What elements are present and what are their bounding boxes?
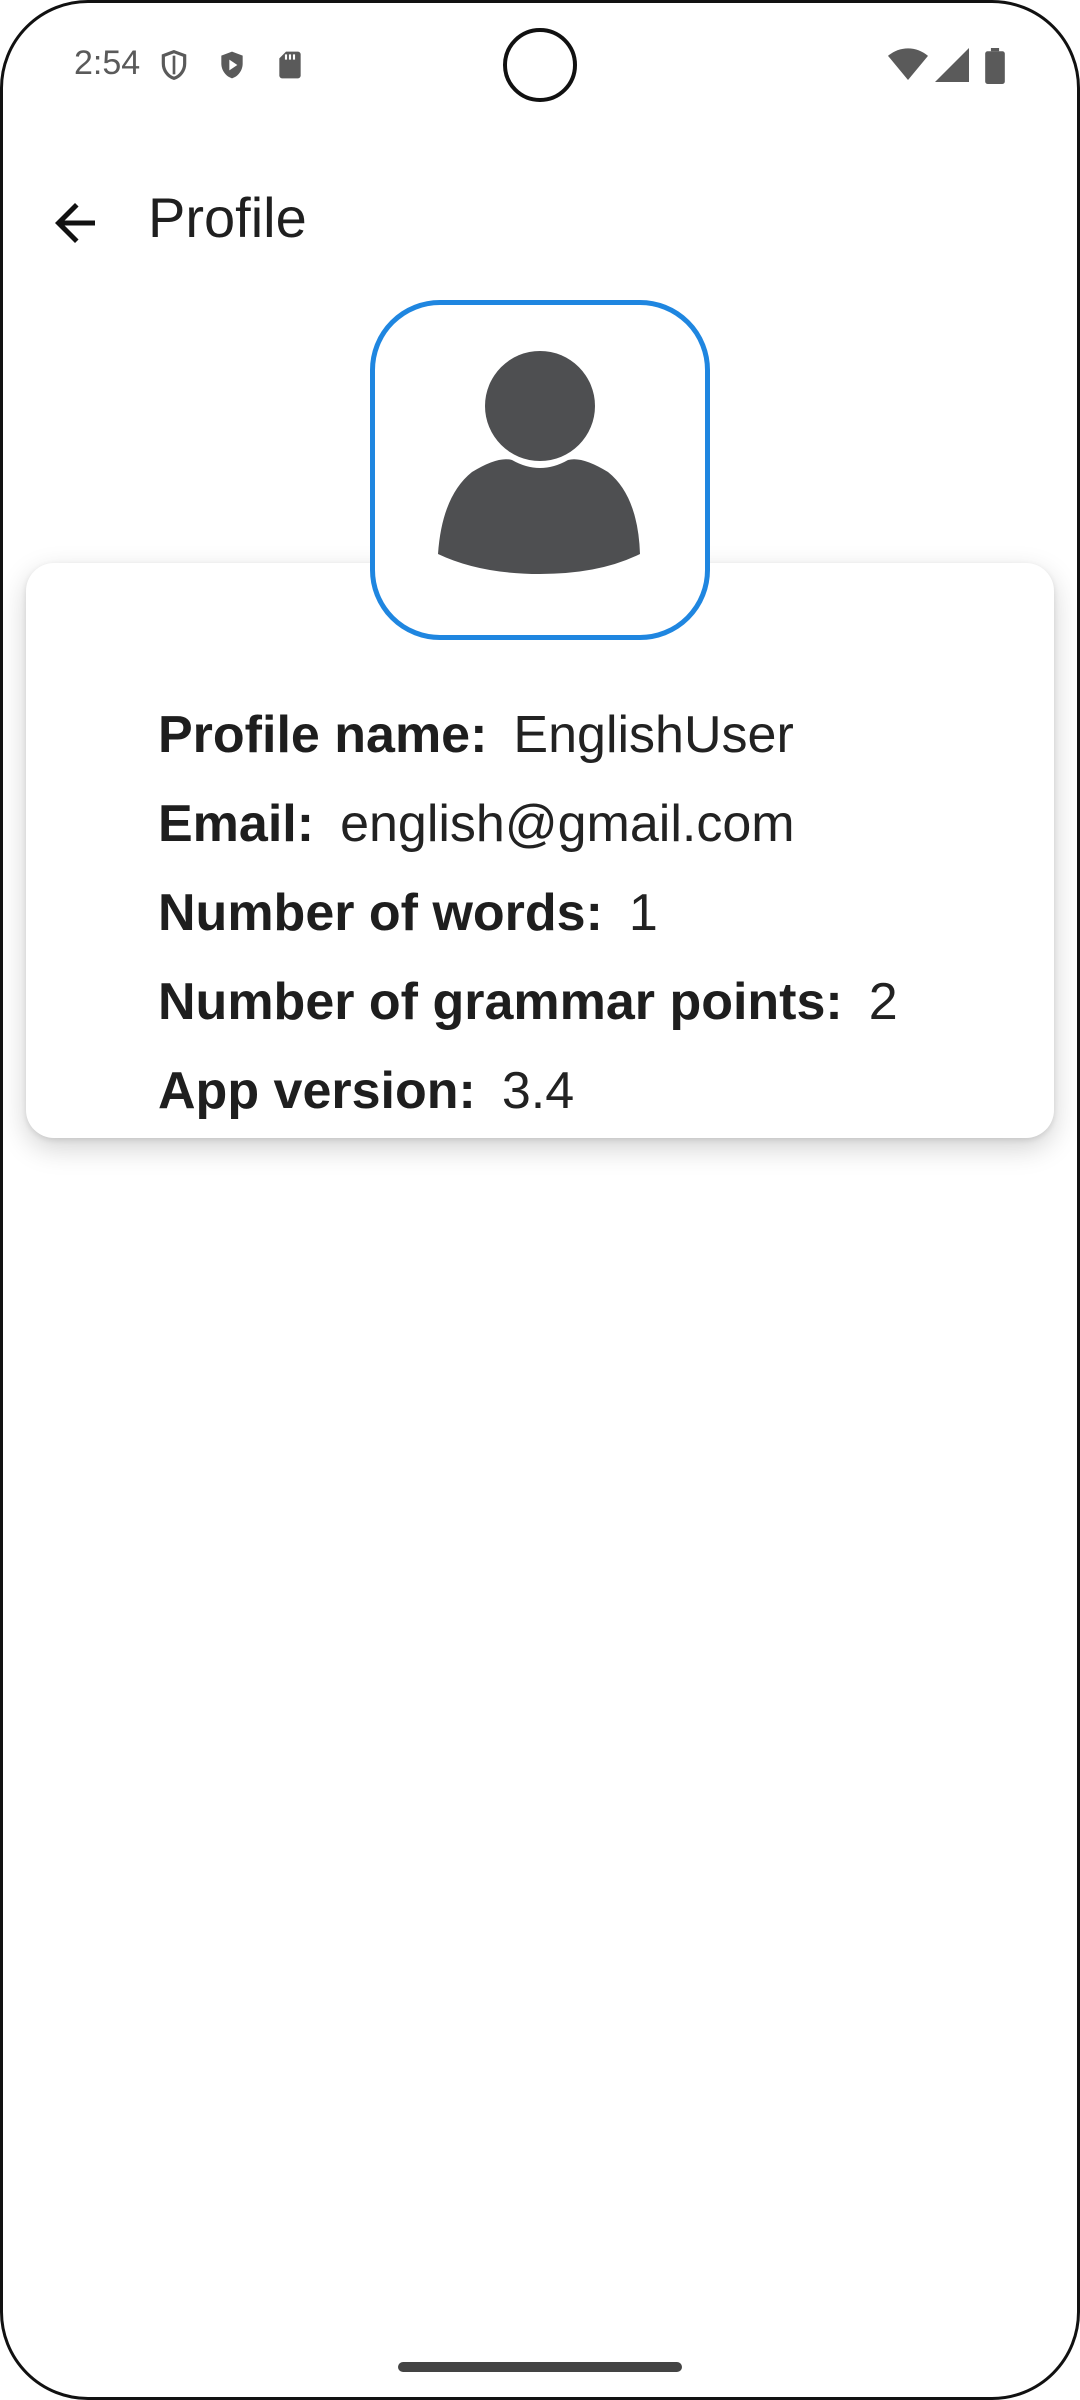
grammar-count-value: 2 xyxy=(868,972,898,1031)
word-count-row: Number of words: 1 xyxy=(158,868,1038,957)
grammar-count-label: Number of grammar points: xyxy=(158,972,843,1031)
camera-cutout xyxy=(503,28,577,102)
email-row: Email: english@gmail.com xyxy=(158,779,1038,868)
shield-outline-icon xyxy=(158,48,190,82)
profile-name-value: EnglishUser xyxy=(513,705,794,764)
page-title: Profile xyxy=(148,186,307,249)
profile-name-label: Profile name: xyxy=(158,705,488,764)
status-bar: 2:54 xyxy=(0,0,1080,130)
wifi-icon xyxy=(888,48,928,82)
person-icon xyxy=(430,348,650,593)
back-button[interactable] xyxy=(30,180,120,270)
app-version-label: App version: xyxy=(158,1061,476,1120)
profile-info-list: Profile name: EnglishUser Email: english… xyxy=(158,690,1038,1135)
battery-icon xyxy=(984,48,1006,84)
word-count-label: Number of words: xyxy=(158,883,603,942)
word-count-value: 1 xyxy=(628,883,658,942)
app-version-row: App version: 3.4 xyxy=(158,1046,1038,1135)
play-shield-icon xyxy=(216,48,248,82)
grammar-count-row: Number of grammar points: 2 xyxy=(158,957,1038,1046)
arrow-back-icon xyxy=(45,193,105,258)
app-version-value: 3.4 xyxy=(501,1061,575,1120)
avatar xyxy=(370,300,710,640)
email-value: english@gmail.com xyxy=(340,794,795,853)
sd-card-icon xyxy=(274,48,306,82)
app-toolbar: Profile xyxy=(0,160,1080,270)
email-label: Email: xyxy=(158,794,315,853)
profile-name-row: Profile name: EnglishUser xyxy=(158,690,1038,779)
home-indicator[interactable] xyxy=(398,2362,682,2372)
signal-icon xyxy=(934,48,970,82)
status-time: 2:54 xyxy=(74,44,141,82)
